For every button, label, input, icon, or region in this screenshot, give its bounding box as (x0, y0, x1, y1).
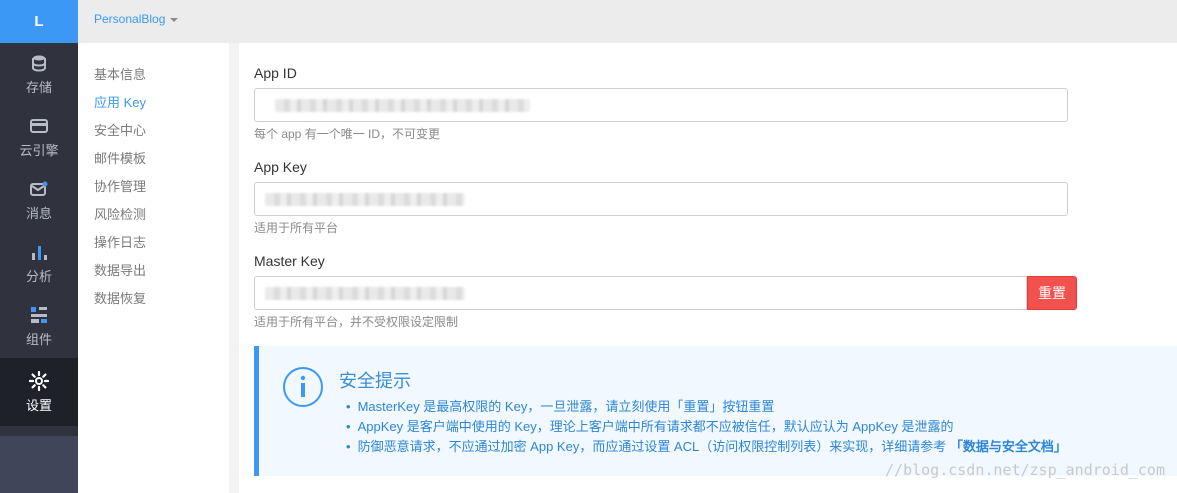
app-name: PersonalBlog (94, 12, 166, 26)
rail-item-message[interactable]: 消息 (0, 169, 78, 232)
tips-list: MasterKey 是最高权限的 Key，一旦泄露，请立刻使用「重置」按钮重置 … (346, 397, 1067, 457)
rail-item-storage[interactable]: 存储 (0, 43, 78, 106)
redacted-value (265, 193, 465, 206)
tip-text: AppKey 是客户端中使用的 Key，理论上客户端中所有请求都不应被信任，默认… (357, 419, 954, 434)
master-key-help: 适用于所有平台，并不受权限设定限制 (254, 315, 459, 329)
master-key-field[interactable] (254, 276, 1027, 310)
app-logo[interactable]: L (0, 0, 78, 43)
submenu-item-risk-detection[interactable]: 风险检测 (94, 204, 146, 223)
redacted-value (265, 287, 465, 300)
tip-text: MasterKey 是最高权限的 Key，一旦泄露，请立刻使用「重置」按钮重置 (357, 399, 775, 414)
tip-item: MasterKey 是最高权限的 Key，一旦泄露，请立刻使用「重置」按钮重置 (346, 397, 1067, 417)
rail-item-settings[interactable]: 设置 (0, 358, 78, 426)
submenu-item-basic-info[interactable]: 基本信息 (94, 64, 146, 83)
master-key-label: Master Key (254, 253, 325, 269)
app-key-label: App Key (254, 159, 307, 175)
submenu-item-operation-log[interactable]: 操作日志 (94, 232, 146, 251)
reset-master-key-button[interactable]: 重置 (1027, 276, 1077, 310)
security-tips-box: 安全提示 MasterKey 是最高权限的 Key，一旦泄露，请立刻使用「重置」… (254, 346, 1177, 476)
submenu-item-data-restore[interactable]: 数据恢复 (94, 288, 146, 307)
main-content: App ID 每个 app 有一个唯一 ID，不可变更 App Key 适用于所… (239, 43, 1177, 493)
app-id-label: App ID (254, 65, 297, 81)
tip-item: 防御恶意请求，不应通过加密 App Key，而应通过设置 ACL（访问权限控制列… (346, 437, 1067, 457)
caret-down-icon (170, 17, 179, 22)
app-key-help: 适用于所有平台 (254, 221, 339, 235)
app-key-field[interactable] (254, 182, 1068, 216)
gear-icon (29, 370, 49, 391)
components-icon (29, 305, 49, 325)
rail-item-components[interactable]: 组件 (0, 295, 78, 358)
database-icon (29, 53, 49, 73)
redacted-value (275, 99, 530, 112)
message-icon (29, 179, 49, 199)
app-id-help: 每个 app 有一个唯一 ID，不可变更 (254, 127, 441, 141)
rail-item-label: 消息 (25, 206, 52, 221)
tip-item: AppKey 是客户端中使用的 Key，理论上客户端中所有请求都不应被信任，默认… (346, 417, 1067, 437)
rail-item-label: 存储 (25, 80, 52, 95)
security-docs-link[interactable]: 「数据与安全文档」 (950, 439, 1067, 454)
left-rail: L 存储 云引擎 消息 分析 组件 设置 (0, 0, 78, 493)
rail-item-engine[interactable]: 云引擎 (0, 106, 78, 169)
info-icon (283, 367, 323, 407)
rail-item-analytics[interactable]: 分析 (0, 232, 78, 295)
analytics-icon (29, 242, 49, 262)
rail-item-label: 云引擎 (19, 143, 59, 158)
rail-item-label: 分析 (25, 269, 52, 284)
tips-title: 安全提示 (339, 371, 411, 391)
submenu-item-collaboration[interactable]: 协作管理 (94, 176, 146, 195)
rail-item-label: 组件 (25, 332, 52, 347)
submenu-item-data-export[interactable]: 数据导出 (94, 260, 146, 279)
rail-footer (0, 436, 78, 493)
submenu-item-app-key[interactable]: 应用 Key (94, 92, 146, 111)
engine-icon (29, 116, 49, 136)
submenu-item-security[interactable]: 安全中心 (94, 120, 146, 139)
submenu-item-email-templates[interactable]: 邮件模板 (94, 148, 146, 167)
app-switcher[interactable]: PersonalBlog (94, 12, 179, 26)
watermark: //blog.csdn.net/zsp_android_com (885, 461, 1165, 479)
rail-item-label: 设置 (25, 397, 52, 413)
top-bar: PersonalBlog (78, 0, 1177, 43)
panel-divider (229, 43, 239, 493)
tip-text: 防御恶意请求，不应通过加密 App Key，而应通过设置 ACL（访问权限控制列… (357, 439, 950, 454)
app-id-field[interactable] (254, 88, 1068, 122)
settings-submenu: 基本信息 应用 Key 安全中心 邮件模板 协作管理 风险检测 操作日志 数据导… (78, 43, 229, 493)
